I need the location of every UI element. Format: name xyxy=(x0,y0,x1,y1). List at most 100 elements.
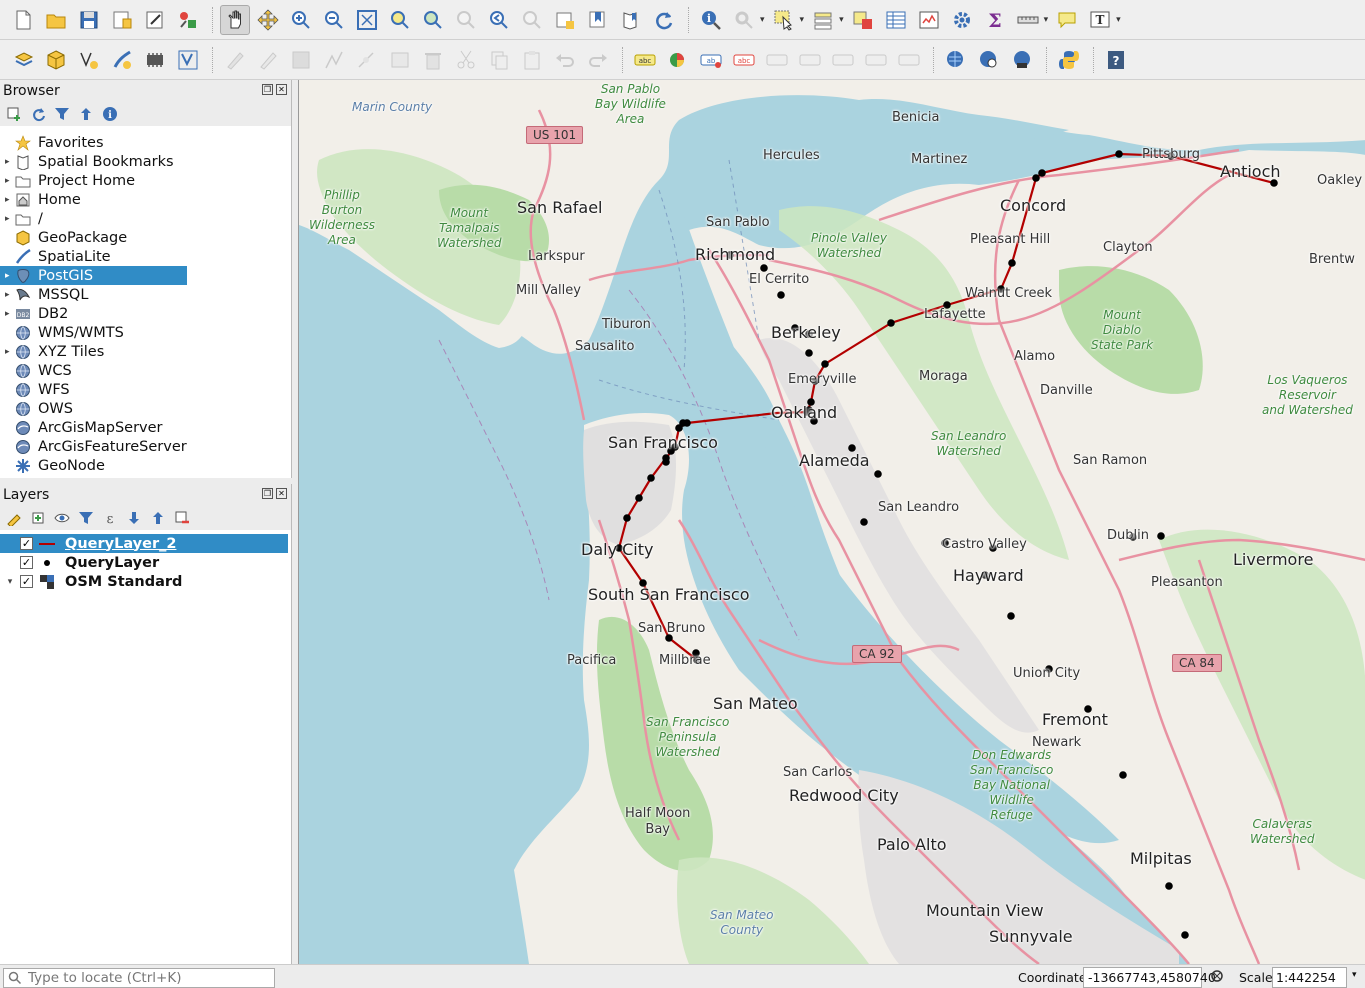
pin-labels-icon[interactable] xyxy=(762,45,792,75)
add-group-icon[interactable] xyxy=(30,510,46,526)
refresh-icon[interactable] xyxy=(649,5,679,35)
redo-icon[interactable] xyxy=(583,45,613,75)
zoom-out-icon[interactable] xyxy=(319,5,349,35)
layer-item-querylayer-2[interactable]: ✓ QueryLayer_2 xyxy=(0,534,288,553)
filter-icon[interactable] xyxy=(54,106,70,122)
map-canvas[interactable]: San Francisco Oakland Berkeley Richmond … xyxy=(298,80,1365,964)
expand-arrow-icon[interactable]: ▸ xyxy=(0,271,14,281)
new-geopackage-layer-icon[interactable] xyxy=(41,45,71,75)
browser-item-root[interactable]: ▸ / xyxy=(0,209,187,228)
rotate-label-icon[interactable] xyxy=(861,45,891,75)
paste-icon[interactable] xyxy=(517,45,547,75)
chevron-down-icon[interactable]: ▾ xyxy=(800,15,805,25)
filter-expression-icon[interactable]: ε xyxy=(102,510,118,526)
undo-icon[interactable] xyxy=(550,45,580,75)
browser-item-xyz-tiles[interactable]: ▸ XYZ Tiles xyxy=(0,342,187,361)
visibility-icon[interactable] xyxy=(54,510,70,526)
identify-icon[interactable]: i xyxy=(696,5,726,35)
browser-item-home[interactable]: ▸ Home xyxy=(0,190,187,209)
browser-item-mssql[interactable]: ▸ MSSQL xyxy=(0,285,187,304)
layer-labeling-icon[interactable]: ab xyxy=(696,45,726,75)
zoom-next-icon[interactable] xyxy=(517,5,547,35)
chevron-down-icon[interactable]: ▾ xyxy=(1044,15,1049,25)
zoom-to-selection-icon[interactable] xyxy=(385,5,415,35)
expand-arrow-icon[interactable]: ▸ xyxy=(0,195,14,205)
zoom-native-icon[interactable] xyxy=(451,5,481,35)
zoom-in-icon[interactable] xyxy=(286,5,316,35)
browser-item-arcgisfeatureserver[interactable]: ArcGisFeatureServer xyxy=(0,437,187,456)
browser-item-wms-wmts[interactable]: WMS/WMTS xyxy=(0,323,187,342)
remove-layer-icon[interactable] xyxy=(174,510,190,526)
layer-visibility-checkbox[interactable]: ✓ xyxy=(20,575,33,588)
toggle-editing-icon[interactable] xyxy=(253,45,283,75)
float-panel-icon[interactable]: ❐ xyxy=(262,488,273,499)
data-source-manager-icon[interactable] xyxy=(8,45,38,75)
print-layout-icon[interactable] xyxy=(140,5,170,35)
attribute-table-icon[interactable] xyxy=(881,5,911,35)
expand-arrow-icon[interactable]: ▸ xyxy=(0,157,14,167)
save-edits-icon[interactable] xyxy=(286,45,316,75)
text-annotation-icon[interactable]: T xyxy=(1085,5,1115,35)
vertex-tool-icon[interactable] xyxy=(352,45,382,75)
show-bookmarks-icon[interactable] xyxy=(583,5,613,35)
processing-toolbox-icon[interactable] xyxy=(947,5,977,35)
field-calculator-icon[interactable] xyxy=(914,5,944,35)
filter-legend-icon[interactable] xyxy=(78,510,94,526)
zoom-to-layer-icon[interactable] xyxy=(418,5,448,35)
expand-arrow-icon[interactable]: ▸ xyxy=(0,309,14,319)
actions-icon[interactable] xyxy=(729,5,759,35)
measure-icon[interactable] xyxy=(1013,5,1043,35)
close-panel-icon[interactable]: ✕ xyxy=(276,84,287,95)
show-hide-labels-icon[interactable] xyxy=(795,45,825,75)
style-manager-icon[interactable] xyxy=(173,5,203,35)
zoom-full-icon[interactable] xyxy=(352,5,382,35)
refresh-icon[interactable] xyxy=(30,106,46,122)
help-icon[interactable]: ? xyxy=(1101,45,1131,75)
highlight-pinned-icon[interactable]: abc xyxy=(729,45,759,75)
expand-all-icon[interactable] xyxy=(126,510,142,526)
expand-arrow-icon[interactable]: ▸ xyxy=(0,214,14,224)
locator-search-input[interactable]: Type to locate (Ctrl+K) xyxy=(3,968,275,988)
coordinate-field[interactable]: -13667743,4580740 xyxy=(1083,967,1216,988)
collapse-arrow-icon[interactable]: ▾ xyxy=(0,577,20,587)
statistics-icon[interactable]: Σ xyxy=(980,5,1010,35)
label-toolbar-icon[interactable]: abc xyxy=(630,45,660,75)
save-as-icon[interactable] xyxy=(107,5,137,35)
modify-attributes-icon[interactable] xyxy=(385,45,415,75)
select-by-value-icon[interactable] xyxy=(808,5,838,35)
cut-icon[interactable] xyxy=(451,45,481,75)
current-edits-icon[interactable] xyxy=(220,45,250,75)
digitize-icon[interactable] xyxy=(319,45,349,75)
move-label-icon[interactable] xyxy=(828,45,858,75)
map-tips-icon[interactable] xyxy=(1052,5,1082,35)
chevron-down-icon[interactable]: ▾ xyxy=(1352,970,1357,980)
expand-arrow-icon[interactable]: ▸ xyxy=(0,176,14,186)
layer-item-querylayer[interactable]: ✓ QueryLayer xyxy=(0,553,291,572)
deselect-icon[interactable] xyxy=(848,5,878,35)
browser-item-spatialite[interactable]: SpatiaLite xyxy=(0,247,187,266)
layer-item-osm-standard[interactable]: ▾ ✓ OSM Standard xyxy=(0,572,291,591)
browser-item-arcgismapserver[interactable]: ArcGisMapServer xyxy=(0,418,187,437)
new-virtual-layer-icon[interactable] xyxy=(173,45,203,75)
chevron-down-icon[interactable]: ▾ xyxy=(760,15,765,25)
browser-item-favorites[interactable]: Favorites xyxy=(0,133,187,152)
style-layer-icon[interactable] xyxy=(6,510,22,526)
change-label-icon[interactable] xyxy=(894,45,924,75)
chevron-down-icon[interactable]: ▾ xyxy=(1116,15,1121,25)
new-bookmark-icon[interactable] xyxy=(550,5,580,35)
layer-visibility-checkbox[interactable]: ✓ xyxy=(20,537,33,550)
browser-item-geopackage[interactable]: GeoPackage xyxy=(0,228,187,247)
new-project-icon[interactable] xyxy=(8,5,38,35)
browser-item-spatial-bookmarks[interactable]: ▸ Spatial Bookmarks xyxy=(0,152,187,171)
browser-item-project-home[interactable]: ▸ Project Home xyxy=(0,171,187,190)
label-diagram-icon[interactable] xyxy=(663,45,693,75)
new-spatialite-layer-icon[interactable] xyxy=(107,45,137,75)
float-panel-icon[interactable]: ❐ xyxy=(262,84,273,95)
collapse-all-icon[interactable] xyxy=(150,510,166,526)
expand-arrow-icon[interactable]: ▸ xyxy=(0,347,14,357)
python-console-icon[interactable] xyxy=(1054,45,1084,75)
pan-icon[interactable] xyxy=(220,4,250,35)
browser-item-wcs[interactable]: WCS xyxy=(0,361,187,380)
browser-item-wfs[interactable]: WFS xyxy=(0,380,187,399)
open-project-icon[interactable] xyxy=(41,5,71,35)
